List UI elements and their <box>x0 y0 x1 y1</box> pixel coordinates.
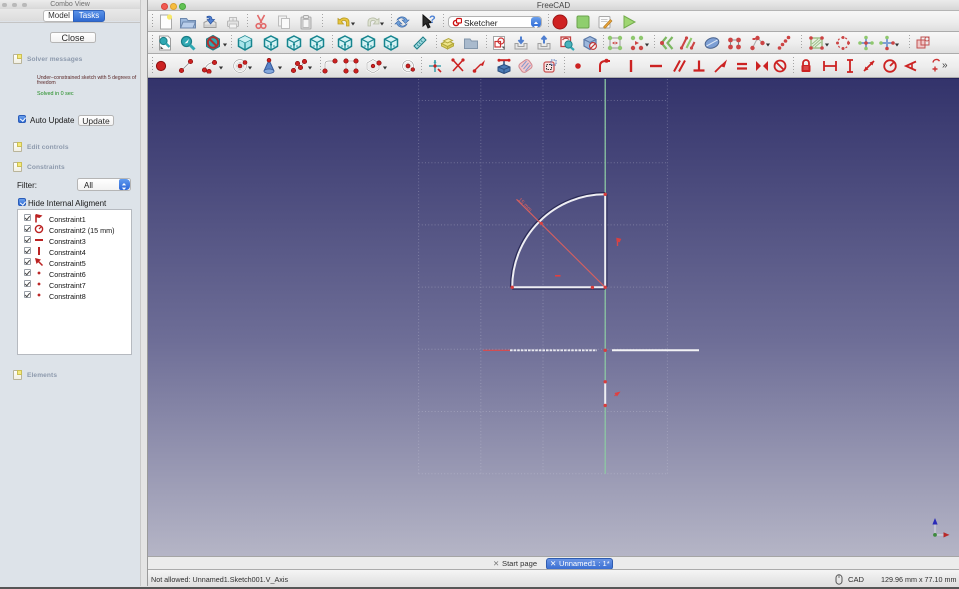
svg-text:?: ? <box>429 14 436 26</box>
svg-text:15 mm: 15 mm <box>517 197 533 213</box>
